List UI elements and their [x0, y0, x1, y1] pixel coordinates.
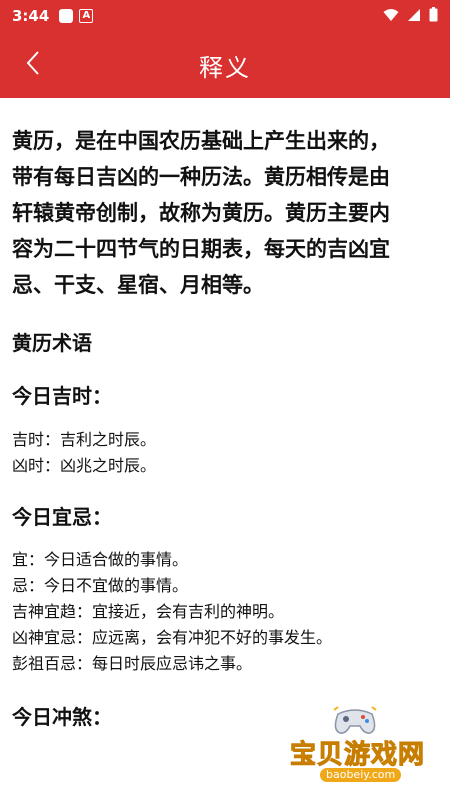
wifi-icon — [383, 7, 399, 26]
terms-heading: 黄历术语 — [12, 331, 92, 355]
intro-line: 轩辕黄帝创制，故称为黄历。黄历主要内 — [12, 201, 390, 225]
back-button[interactable] — [10, 42, 56, 88]
definition-item: 宜：今日适合做的事情。 — [12, 550, 189, 569]
definition-item: 吉时：吉利之时辰。 — [12, 430, 157, 449]
intro-paragraph: 黄历，是在中国农历基础上产生出来的， 带有每日吉凶的一种历法。黄历相传是由 轩辕… — [12, 123, 436, 303]
definition-item: 忌：今日不宜做的事情。 — [12, 576, 189, 595]
watermark-url: baobeiy.com — [320, 768, 402, 782]
battery-icon — [429, 6, 438, 26]
chevron-left-icon — [25, 50, 41, 80]
page-title: 释义 — [199, 53, 251, 82]
intro-line: 容为二十四节气的日期表，每天的吉凶宜 — [12, 237, 390, 261]
notification-a-icon: A — [79, 9, 94, 23]
section-heading-dos-donts: 今日宜忌： — [12, 505, 112, 529]
definition-list: 宜：今日适合做的事情。 忌：今日不宜做的事情。 吉神宜趋：宜接近，会有吉利的神明… — [12, 547, 436, 677]
status-bar: 3:44 A — [0, 0, 450, 32]
content-area: 黄历，是在中国农历基础上产生出来的， 带有每日吉凶的一种历法。黄历相传是由 轩辕… — [0, 98, 450, 730]
intro-line: 带有每日吉凶的一种历法。黄历相传是由 — [12, 165, 390, 189]
definition-item: 吉神宜趋：宜接近，会有吉利的神明。 — [12, 602, 285, 621]
definition-item: 凶神宜忌：应远离，会有冲犯不好的事发生。 — [12, 628, 333, 647]
notification-icons: A — [59, 9, 94, 23]
watermark-title: 宝贝游戏网 — [289, 740, 426, 771]
section-heading-auspicious-time: 今日吉时： — [12, 384, 112, 408]
intro-line: 忌、干支、星宿、月相等。 — [12, 273, 264, 297]
system-icons — [383, 6, 438, 26]
notification-square-icon — [59, 9, 74, 23]
definition-list: 吉时：吉利之时辰。 凶时：凶兆之时辰。 — [12, 427, 436, 479]
watermark-logo: 宝贝游戏网 baobeiy.com — [289, 706, 430, 786]
definition-item: 彭祖百忌：每日时辰应忌讳之事。 — [12, 654, 253, 673]
status-time: 3:44 — [12, 7, 50, 25]
definition-item: 凶时：凶兆之时辰。 — [12, 456, 157, 475]
signal-icon — [407, 7, 421, 26]
intro-line: 黄历，是在中国农历基础上产生出来的， — [12, 129, 390, 153]
app-bar: 释义 — [0, 32, 450, 98]
